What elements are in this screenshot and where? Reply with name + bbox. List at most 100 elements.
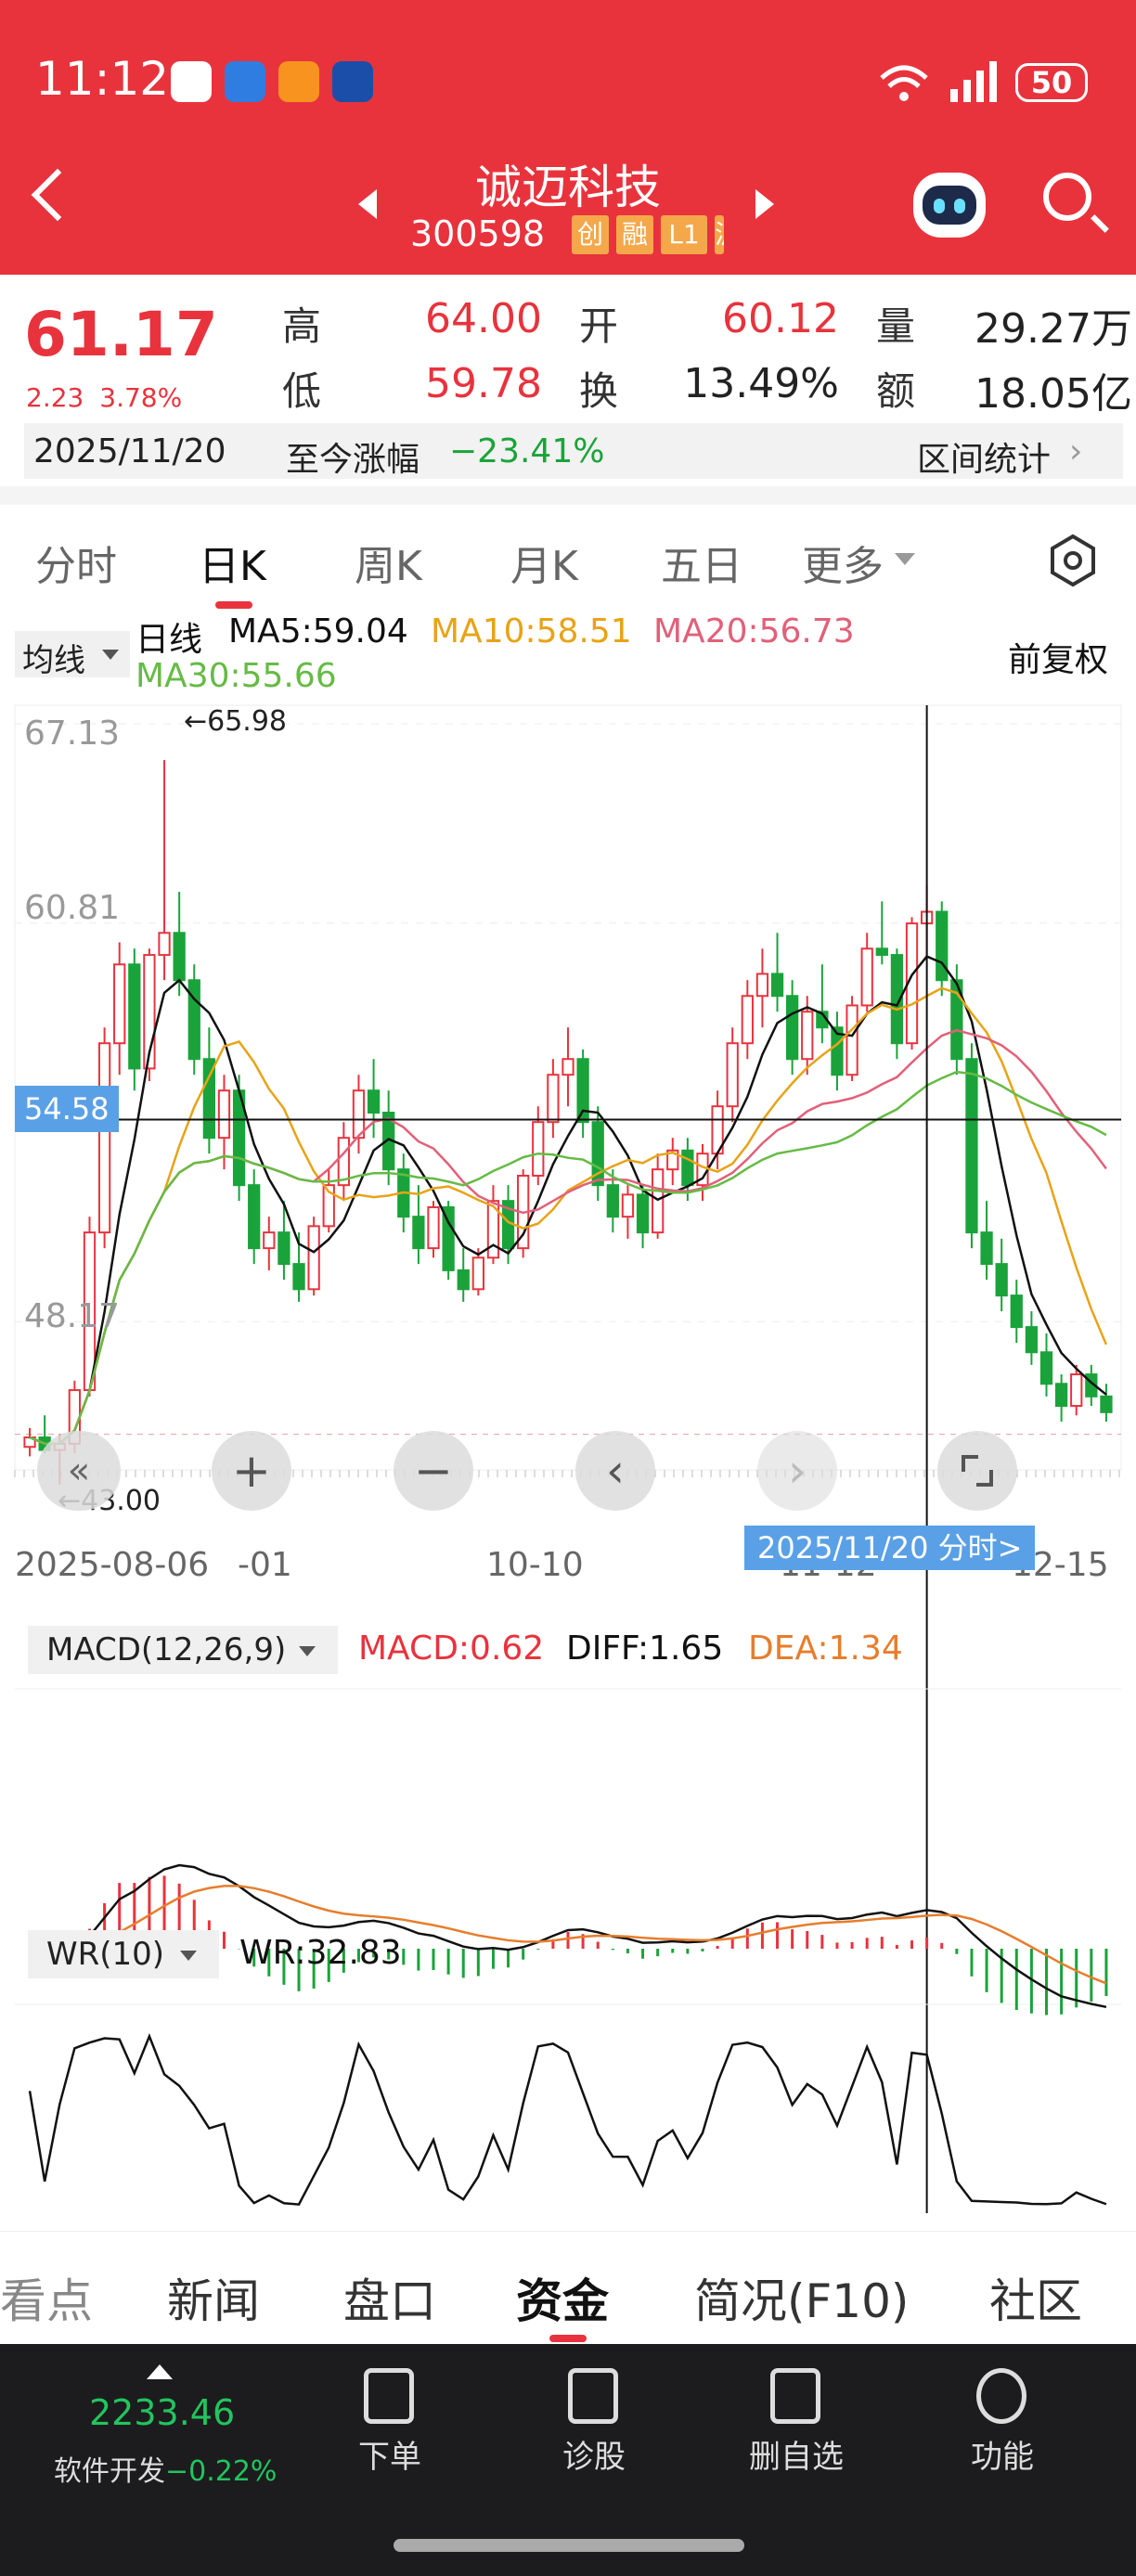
pan-left-icon[interactable]: ‹ [575, 1431, 655, 1511]
diagnose-icon[interactable] [568, 2368, 618, 2424]
open-label: 开 [579, 303, 619, 349]
candle-body [263, 1231, 276, 1250]
fullscreen-icon[interactable] [937, 1431, 1017, 1511]
price-change: 2.23 3.78% [26, 382, 182, 413]
macd-selector-label: MACD(12,26,9) [46, 1631, 287, 1668]
nav-functions[interactable]: 功能 [928, 2431, 1077, 2477]
chevron-down-icon [180, 1951, 197, 1961]
dea-value: DEA:1.34 [748, 1629, 903, 1668]
candle-body [606, 1184, 619, 1218]
tab-intraday[interactable]: 分时 [35, 533, 117, 592]
candle-body [248, 1184, 261, 1250]
pan-right-icon[interactable]: › [757, 1431, 837, 1511]
nav-remove-watchlist[interactable]: 删自选 [722, 2431, 871, 2477]
candle-body [755, 972, 769, 998]
sector-index-value[interactable]: 2233.46 [89, 2392, 235, 2433]
menu-icon[interactable] [976, 2368, 1026, 2424]
candle-body [621, 1193, 635, 1218]
wifi-icon [880, 65, 928, 101]
amount-value: 18.05亿 [975, 370, 1132, 418]
range-stats-link[interactable]: 区间统计 [917, 432, 1051, 481]
tab-monthly-k[interactable]: 月K [510, 533, 578, 592]
candle-body [412, 1216, 425, 1250]
header-bar: 11:12 50 诚迈科技 300598 创 融 L1 沪 [0, 0, 1136, 275]
order-icon[interactable] [364, 2368, 414, 2424]
volume-label: 量 [876, 303, 916, 349]
app-notification-icon [332, 61, 373, 102]
candle-body [875, 947, 888, 957]
candle-body [801, 1011, 814, 1061]
candle-body [980, 1231, 993, 1266]
candle-body [786, 995, 799, 1061]
scroll-left-icon[interactable]: « [37, 1431, 121, 1511]
candle-body [471, 1256, 484, 1291]
wr-selector-label: WR(10) [46, 1936, 165, 1973]
candle-body [367, 1089, 381, 1114]
tag-l1: L1 [661, 215, 707, 254]
x-tick: -01 [238, 1546, 292, 1584]
tab-f10-profile[interactable]: 简况(F10) [694, 2264, 909, 2331]
settings-hex-icon[interactable] [1045, 533, 1101, 588]
change-percent: 3.78% [99, 382, 183, 413]
nav-diagnose[interactable]: 诊股 [520, 2431, 668, 2477]
sector-change: −0.22% [165, 2455, 278, 2488]
nav-order[interactable]: 下单 [316, 2431, 464, 2477]
range-stats-bar[interactable]: 2025/11/20 至今涨幅 −23.41% 区间统计 › [24, 423, 1123, 479]
sector-name: 软件开发 [54, 2455, 165, 2488]
y-tick: 48.17 [24, 1297, 121, 1335]
stock-code: 300598 [410, 213, 546, 254]
sector-index[interactable]: 软件开发−0.22% [54, 2448, 277, 2489]
tab-five-day[interactable]: 五日 [661, 533, 742, 592]
candle-body [562, 1058, 574, 1076]
candle-body [860, 947, 873, 1007]
candle-body [217, 1089, 231, 1140]
high-value: 64.00 [425, 295, 542, 342]
candle-body [128, 963, 141, 1070]
high-label: 高 [282, 303, 322, 349]
low-value: 59.78 [425, 360, 542, 407]
candle-body [1039, 1351, 1053, 1385]
tab-more[interactable]: 更多 [802, 533, 884, 592]
search-icon[interactable] [1043, 173, 1091, 221]
zoom-in-icon[interactable]: + [212, 1431, 291, 1511]
home-indicator [394, 2539, 744, 2552]
active-tab-indicator [549, 2335, 587, 2342]
tab-news[interactable]: 新闻 [167, 2264, 260, 2331]
candle-body [173, 932, 186, 982]
tab-community[interactable]: 社区 [989, 2264, 1082, 2331]
current-price: 61.17 [24, 299, 218, 370]
tab-weekly-k[interactable]: 周K [355, 533, 422, 592]
candle-body [278, 1231, 290, 1266]
crosshair-date-intraday-link[interactable]: 2025/11/20 分时> [744, 1526, 1036, 1570]
cloud-app-icon [225, 61, 265, 102]
candle-body [113, 963, 126, 1045]
expand-up-icon[interactable] [147, 2364, 173, 2379]
candle-body [97, 1042, 111, 1234]
y-tick: 67.13 [24, 715, 121, 753]
ai-assistant-icon[interactable] [913, 173, 986, 238]
wr-selector[interactable]: WR(10) [28, 1930, 219, 1978]
since-label: 至今涨幅 [286, 441, 420, 479]
status-time: 11:12 [35, 52, 170, 106]
candle-body [1054, 1383, 1068, 1408]
tab-capital-flow[interactable]: 资金 [516, 2264, 609, 2331]
app-notification-icon [278, 61, 319, 102]
amount-label: 额 [876, 368, 916, 414]
candle-body [457, 1269, 470, 1291]
wr-panel [28, 2033, 1107, 2206]
tab-highlights[interactable]: 看点 [0, 2264, 93, 2331]
next-stock-button[interactable] [755, 189, 774, 219]
remove-watchlist-icon[interactable] [770, 2368, 820, 2424]
candle-body [636, 1193, 650, 1234]
crosshair-price-label: 54.58 [15, 1086, 119, 1132]
kline-chart[interactable] [0, 612, 1136, 2236]
zoom-out-icon[interactable]: − [394, 1431, 473, 1511]
tab-daily-k[interactable]: 日K [199, 533, 266, 592]
candle-body [187, 979, 200, 1061]
candle-body [547, 1074, 560, 1124]
macd-selector[interactable]: MACD(12,26,9) [28, 1626, 338, 1674]
tab-order-book[interactable]: 盘口 [343, 2264, 436, 2331]
candle-body [427, 1205, 440, 1250]
candle-body [307, 1225, 320, 1291]
change-value: 2.23 [26, 382, 84, 413]
